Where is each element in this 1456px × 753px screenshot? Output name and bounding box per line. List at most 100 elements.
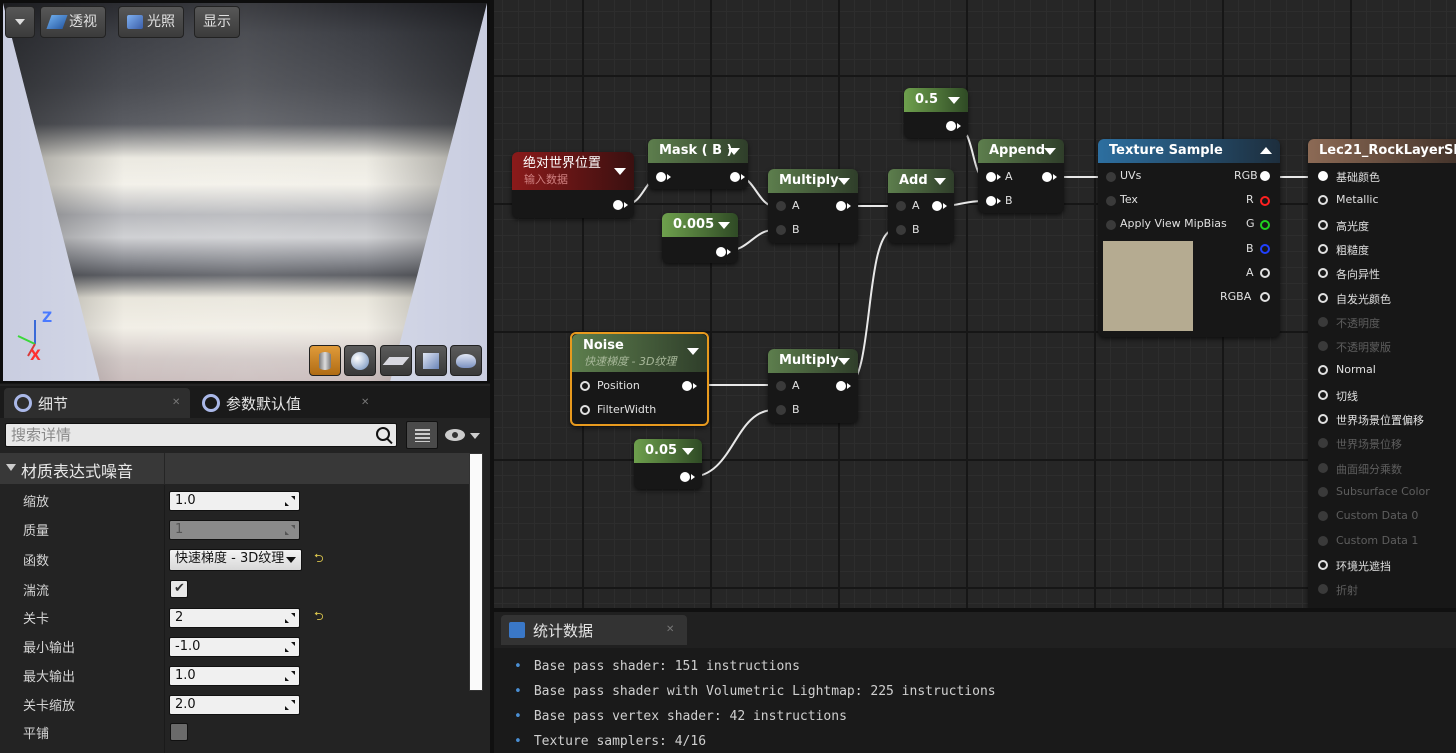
output-pin[interactable] [730,172,740,182]
collapse-arrow-icon[interactable] [948,97,960,104]
perspective-button[interactable]: 透视 [40,6,106,38]
reset-to-default-icon[interactable]: ⮌ [314,607,324,628]
input-pin-uvs[interactable] [1106,172,1116,182]
close-icon[interactable]: ✕ [666,624,674,635]
node-mask[interactable]: Mask ( B ) [648,139,748,189]
output-pin[interactable] [680,472,690,482]
material-input-pin[interactable] [1318,195,1328,206]
collapse-arrow-icon[interactable] [687,348,699,355]
input-pin-b[interactable] [776,405,786,415]
scale-field[interactable]: 1.0 [169,490,300,511]
material-input-pin[interactable] [1318,341,1328,352]
material-input-pin[interactable] [1318,365,1328,376]
collapse-arrow-icon[interactable] [614,168,626,175]
output-pin[interactable] [836,381,846,391]
output-pin-r[interactable] [1260,196,1270,206]
collapse-arrow-icon[interactable] [934,178,946,185]
function-dropdown[interactable]: 快速梯度 - 3D纹理 [169,548,302,571]
input-pin-a[interactable] [986,172,996,182]
material-input-pin[interactable] [1318,316,1328,327]
node-constant-0-5[interactable]: 0.5 [904,88,968,138]
collapse-arrow-icon[interactable] [1044,148,1056,155]
preview-cube-button[interactable] [415,345,447,376]
material-input-pin[interactable] [1318,511,1328,522]
material-input-pin[interactable] [1318,414,1328,424]
tab-stats[interactable]: 统计数据 [501,615,687,645]
output-pin[interactable] [932,201,942,211]
node-append[interactable]: Append A B [978,139,1064,213]
output-pin[interactable] [716,247,726,257]
search-input[interactable] [6,424,366,446]
collapse-arrow-icon[interactable] [838,178,850,185]
output-pin[interactable] [836,201,846,211]
preview-cylinder-button[interactable] [309,345,341,376]
output-pin-rgba[interactable] [1260,292,1270,302]
node-multiply-1[interactable]: Multiply A B [768,169,858,243]
collapse-arrow-icon[interactable] [718,222,730,229]
node-noise[interactable]: Noise 快速梯度 - 3D纹理 Position FilterWidth [570,332,709,426]
property-matrix-button[interactable] [406,421,438,449]
material-input-pin[interactable] [1318,486,1328,497]
category-header[interactable]: 材质表达式噪音 [0,453,470,484]
input-pin-filterwidth[interactable] [580,405,590,415]
collapse-arrow-icon[interactable] [728,148,740,155]
lighting-button[interactable]: 光照 [118,6,184,38]
input-pin-b[interactable] [986,196,996,206]
material-input-pin[interactable] [1318,535,1328,546]
preview-plane-button[interactable] [380,345,412,376]
output-pin-g[interactable] [1260,220,1270,230]
output-pin[interactable] [946,121,956,131]
input-pin-a[interactable] [896,201,906,211]
preview-viewport[interactable]: 透视 光照 显示 Z X [0,0,490,383]
input-pin-b[interactable] [896,225,906,235]
details-scrollbar[interactable] [469,453,483,691]
collapse-arrow-icon[interactable] [682,448,694,455]
tab-parameter-defaults[interactable]: 参数默认值 [192,388,301,418]
node-constant-0-005[interactable]: 0.005 [662,213,738,263]
collapse-arrow-icon[interactable] [838,358,850,365]
output-pin[interactable] [1042,172,1052,182]
node-constant-0-05[interactable]: 0.05 [634,439,702,489]
material-input-pin[interactable] [1318,462,1328,473]
output-pin[interactable] [682,381,692,391]
close-icon[interactable]: ✕ [361,397,369,408]
input-pin-a[interactable] [776,201,786,211]
node-absolute-world-position[interactable]: 绝对世界位置 输入数据 [512,152,634,218]
turbulence-checkbox[interactable]: ✔ [170,580,188,598]
preview-custom-mesh-button[interactable] [450,345,482,376]
input-pin[interactable] [656,172,666,182]
material-input-pin[interactable] [1318,389,1328,400]
input-pin-a[interactable] [776,381,786,391]
material-input-pin[interactable] [1318,171,1328,181]
node-add[interactable]: Add A B [888,169,954,243]
levels-field[interactable]: 2 [169,607,300,628]
input-pin-position[interactable] [580,381,590,391]
node-multiply-2[interactable]: Multiply A B [768,349,858,423]
output-pin-rgb[interactable] [1260,171,1270,181]
level-scale-field[interactable]: 2.0 [169,694,300,715]
visibility-options-button[interactable] [443,424,483,446]
input-pin-mipbias[interactable] [1106,220,1116,230]
node-texture-sample[interactable]: Texture Sample UVs Tex Apply View MipBia… [1098,139,1280,337]
node-material-result[interactable]: Lec21_RockLayerShade 基础颜色Metallic高光度粗糙度各… [1308,139,1456,611]
show-button[interactable]: 显示 [194,6,240,38]
material-input-pin[interactable] [1318,559,1328,570]
material-input-pin[interactable] [1318,292,1328,303]
material-graph[interactable]: 绝对世界位置 输入数据 Mask ( B ) 0.005 Multiply A [494,0,1456,611]
preview-render[interactable] [3,3,487,381]
preview-sphere-button[interactable] [344,345,376,376]
details-search[interactable] [5,423,397,447]
material-input-pin[interactable] [1318,243,1328,254]
tab-details[interactable]: 细节 [4,388,68,418]
input-pin-tex[interactable] [1106,196,1116,206]
input-pin-b[interactable] [776,225,786,235]
collapse-up-icon[interactable] [1260,147,1272,154]
close-icon[interactable]: ✕ [172,397,180,408]
reset-to-default-icon[interactable]: ⮌ [314,549,324,570]
material-input-pin[interactable] [1318,268,1328,279]
output-pin-b[interactable] [1260,244,1270,254]
material-input-pin[interactable] [1318,219,1328,230]
output-min-field[interactable]: -1.0 [169,636,300,657]
material-input-pin[interactable] [1318,438,1328,449]
output-pin[interactable] [613,200,623,210]
